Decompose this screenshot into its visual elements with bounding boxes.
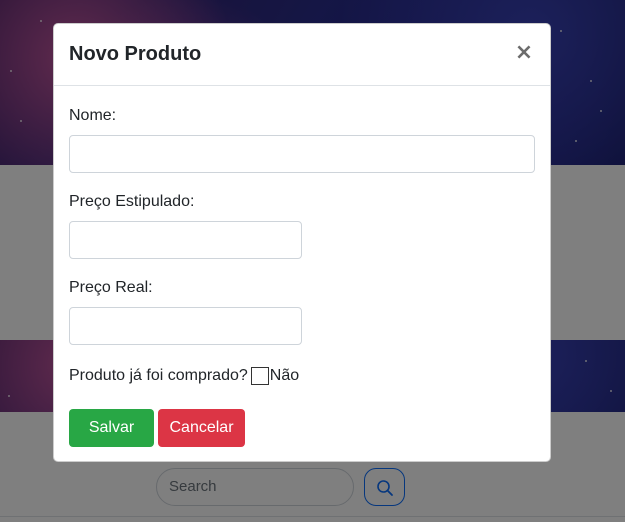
modal-header: Novo Produto × <box>54 24 550 86</box>
comprado-checkbox[interactable] <box>250 367 269 385</box>
preco-estipulado-input[interactable] <box>69 221 302 259</box>
nome-label: Nome: <box>69 107 117 124</box>
comprado-label: Produto já foi comprado? <box>69 367 248 384</box>
save-button[interactable]: Salvar <box>69 409 154 447</box>
nome-input[interactable] <box>69 135 535 173</box>
new-product-modal: Novo Produto × Nome: Preço Estipulado: P… <box>53 23 551 462</box>
comprado-row: Produto já foi comprado? Não <box>69 365 299 387</box>
cancel-button[interactable]: Cancelar <box>158 409 245 447</box>
close-button[interactable]: × <box>514 40 534 66</box>
preco-real-label: Preço Real: <box>69 279 153 296</box>
comprado-checkbox-label[interactable]: Não <box>270 367 299 385</box>
preco-real-input[interactable] <box>69 307 302 345</box>
modal-title: Novo Produto <box>69 43 202 65</box>
preco-estipulado-label: Preço Estipulado: <box>69 193 195 210</box>
